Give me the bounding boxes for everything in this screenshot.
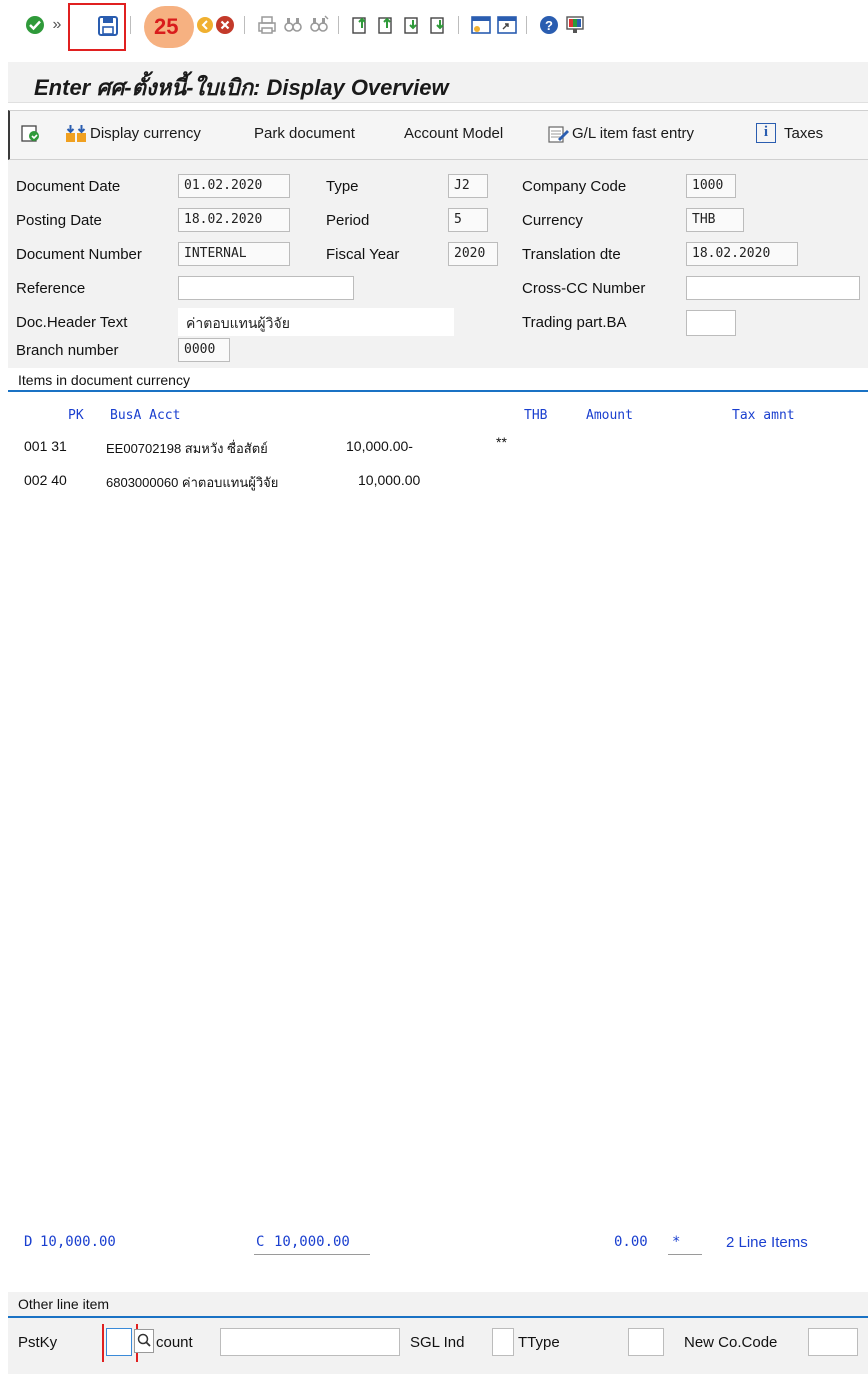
ttype-field[interactable] — [628, 1328, 664, 1356]
company-code-field[interactable]: 1000 — [686, 174, 736, 198]
document-date-field[interactable]: 01.02.2020 — [178, 174, 290, 198]
branch-number-field[interactable]: 0000 — [178, 338, 230, 362]
table-row-1-account[interactable]: EE00702198 สมหวัง ซื่อสัตย์ — [106, 438, 268, 459]
expand-icon[interactable]: » — [46, 14, 68, 36]
debit-total: 10,000.00 — [40, 1234, 116, 1250]
table-row-1-line[interactable]: 001 31 — [24, 438, 67, 454]
find-icon[interactable] — [282, 14, 304, 36]
sgl-ind-field[interactable] — [492, 1328, 514, 1356]
help-icon[interactable]: ? — [538, 14, 560, 36]
svg-text:?: ? — [545, 18, 553, 33]
company-code-label: Company Code — [522, 178, 627, 195]
shortcut-icon[interactable] — [496, 14, 518, 36]
account-model-button[interactable]: Account Model — [404, 125, 503, 142]
print-icon[interactable] — [256, 14, 278, 36]
find-next-icon[interactable] — [308, 14, 330, 36]
step-badge: 25 — [154, 14, 179, 39]
next-page-icon[interactable] — [402, 14, 424, 36]
park-document-button[interactable]: Park document — [254, 125, 355, 142]
application-toolbar: Display currency Park document Account M… — [8, 110, 868, 160]
back-icon[interactable] — [194, 14, 216, 36]
credit-prefix: C — [256, 1234, 265, 1250]
cancel-icon[interactable] — [214, 14, 236, 36]
items-section-title: Items in document currency — [18, 372, 190, 388]
col-tax-amount-header: Tax amnt — [732, 408, 795, 423]
col-busa-acct-header: BusA Acct — [110, 408, 181, 423]
period-label: Period — [326, 212, 370, 229]
type-label: Type — [326, 178, 359, 195]
col-currency-header: THB — [524, 408, 548, 423]
sgl-ind-label: SGL Ind — [410, 1334, 465, 1351]
doc-header-text-label: Doc.Header Text — [16, 314, 128, 331]
account-label: count — [156, 1334, 193, 1351]
first-page-icon[interactable] — [350, 14, 372, 36]
taxes-button[interactable]: Taxes — [784, 125, 823, 142]
posting-date-field[interactable]: 18.02.2020 — [178, 208, 290, 232]
gl-fast-entry-button[interactable]: G/L item fast entry — [572, 125, 694, 142]
document-number-label: Document Number — [16, 246, 142, 263]
table-row-2-line[interactable]: 002 40 — [24, 472, 67, 488]
document-header: Document Date 01.02.2020 Type J2 Company… — [8, 160, 868, 368]
reference-label: Reference — [16, 280, 86, 297]
branch-number-label: Branch number — [16, 342, 119, 359]
other-line-item-title: Other line item — [18, 1296, 110, 1312]
document-overview-icon[interactable] — [20, 123, 42, 148]
ttype-label: TType — [518, 1334, 560, 1351]
credit-total: 10,000.00 — [274, 1234, 350, 1250]
line-items-count: 2 Line Items — [726, 1234, 808, 1251]
document-date-label: Document Date — [16, 178, 121, 195]
currency-field[interactable]: THB — [686, 208, 744, 232]
create-session-icon[interactable] — [470, 14, 492, 36]
other-line-item-section: Other line item PstKy count SGL Ind TTyp… — [8, 1292, 868, 1374]
totals-bar: D 10,000.00 C 10,000.00 0.00 * 2 Line It… — [8, 1230, 868, 1266]
pstky-field[interactable] — [106, 1328, 132, 1356]
table-row-1-flag: ** — [496, 434, 507, 450]
new-co-code-label: New Co.Code — [684, 1334, 778, 1351]
title-bar: Enter ศศ-ตั้งหนี้-ใบเบิก: Display Overvi… — [8, 62, 868, 103]
col-amount-header: Amount — [586, 408, 633, 423]
balance-total: 0.00 — [614, 1234, 648, 1250]
type-field[interactable]: J2 — [448, 174, 488, 198]
cross-cc-number-label: Cross-CC Number — [522, 280, 646, 297]
currency-label: Currency — [522, 212, 583, 229]
fiscal-year-label: Fiscal Year — [326, 246, 400, 263]
table-row-2-amount: 10,000.00 — [358, 472, 421, 488]
search-help-icon[interactable] — [134, 1329, 154, 1353]
new-co-code-field[interactable] — [808, 1328, 858, 1356]
trading-part-ba-field[interactable] — [686, 310, 736, 336]
debit-prefix: D — [24, 1234, 33, 1250]
trading-part-ba-label: Trading part.BA — [522, 314, 627, 331]
save-icon[interactable] — [96, 14, 120, 38]
check-icon[interactable] — [24, 14, 46, 36]
previous-page-icon[interactable] — [376, 14, 398, 36]
items-section-divider — [8, 390, 868, 392]
translation-date-label: Translation dte — [522, 246, 621, 263]
system-toolbar: » 25 ? — [0, 0, 868, 60]
table-row-1-amount: 10,000.00- — [346, 438, 413, 454]
gl-fast-entry-icon — [546, 123, 570, 148]
period-field[interactable]: 5 — [448, 208, 488, 232]
last-page-icon[interactable] — [428, 14, 450, 36]
table-row-2-account[interactable]: 6803000060 ค่าตอบแทนผู้วิจัย — [106, 472, 278, 493]
page-title: Enter ศศ-ตั้งหนี้-ใบเบิก: Display Overvi… — [34, 75, 449, 100]
display-currency-button[interactable]: Display currency — [90, 125, 201, 142]
fiscal-year-field[interactable]: 2020 — [448, 242, 498, 266]
reference-field[interactable] — [178, 276, 354, 300]
cross-cc-number-field[interactable] — [686, 276, 860, 300]
balance-flag: * — [672, 1234, 681, 1250]
display-currency-icon — [64, 123, 90, 148]
posting-date-label: Posting Date — [16, 212, 102, 229]
document-number-field[interactable]: INTERNAL — [178, 242, 290, 266]
translation-date-field[interactable]: 18.02.2020 — [686, 242, 798, 266]
doc-header-text-field[interactable]: ค่าตอบแทนผู้วิจัย — [178, 308, 454, 336]
info-icon: i — [756, 123, 776, 143]
col-pk-header: PK — [68, 408, 84, 423]
pstky-label: PstKy — [18, 1334, 58, 1351]
customize-layout-icon[interactable] — [564, 14, 586, 36]
account-field[interactable] — [220, 1328, 400, 1356]
other-line-item-divider — [8, 1316, 868, 1318]
